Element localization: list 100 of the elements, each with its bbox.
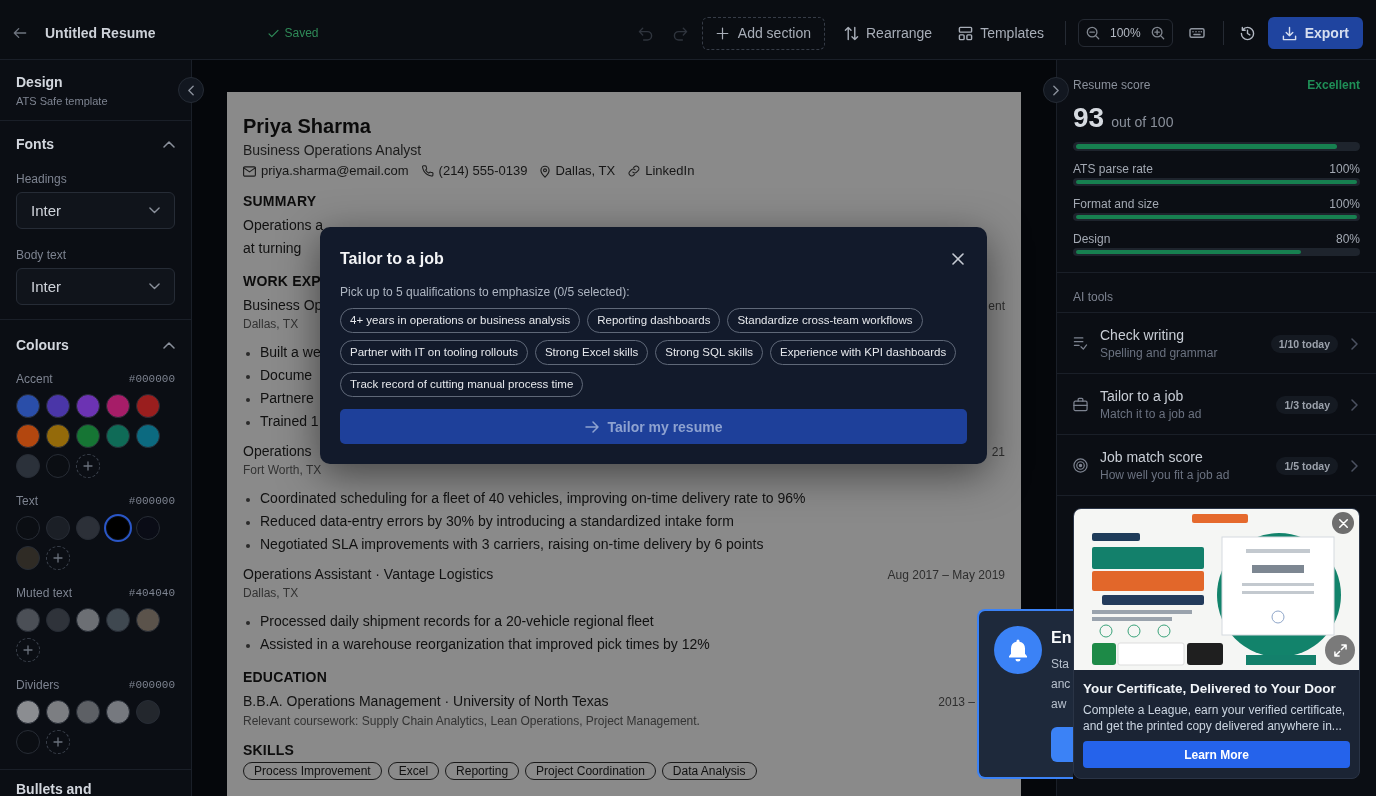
hex-value: #000000	[128, 678, 175, 693]
notification-button[interactable]	[1051, 727, 1073, 762]
panel-title: Design	[16, 73, 63, 91]
chevron-right-icon[interactable]	[1351, 398, 1358, 411]
date-text: ent	[988, 298, 1005, 315]
colour-swatch-icon[interactable]	[46, 700, 70, 724]
rearrange-button[interactable]: Rearrange	[844, 25, 933, 41]
usage-badge: 1/3 today	[1276, 395, 1338, 414]
colour-swatch-icon[interactable]	[16, 700, 40, 724]
tool-title[interactable]: Job match score	[1100, 448, 1203, 466]
colour-swatch-icon[interactable]	[16, 394, 40, 418]
metric-label: ATS parse rate	[1073, 161, 1153, 177]
section-title: Bullets and	[16, 781, 92, 796]
score-value: 93	[1073, 102, 1105, 134]
hex-value: #000000	[128, 494, 175, 509]
layout-icon	[958, 25, 974, 41]
metric-value: 100%	[1329, 196, 1360, 212]
job-location: Dallas, TX	[243, 586, 299, 601]
chevron-down-icon	[149, 283, 160, 290]
hex-value: #404040	[128, 586, 175, 601]
colour-swatch-icon[interactable]	[104, 514, 132, 542]
colour-swatch-icon[interactable]	[76, 700, 100, 724]
colour-swatch-icon[interactable]	[16, 730, 40, 754]
colour-swatch-icon[interactable]	[76, 394, 100, 418]
colour-swatch-icon[interactable]	[16, 546, 40, 570]
bullet-text: Trained 1	[260, 412, 319, 431]
contact-text: LinkedIn	[645, 162, 695, 180]
templates-button[interactable]: Templates	[958, 25, 1044, 41]
colour-swatch-icon[interactable]	[106, 608, 130, 632]
bell-icon	[994, 626, 1042, 674]
bullet-text: Negotiated SLA improvements with 3 carriers, raising on-time delivery by 6 points	[260, 535, 764, 554]
colour-swatch-icon[interactable]	[106, 700, 130, 724]
export-button[interactable]: Export	[1267, 17, 1363, 49]
contact-text: Dallas, TX	[555, 162, 616, 180]
learn-more-button[interactable]: Learn More	[1083, 741, 1350, 768]
section-heading: SUMMARY	[243, 192, 317, 211]
colour-swatch-icon[interactable]	[136, 394, 160, 418]
candidate-name: Priya Sharma	[243, 114, 371, 138]
colour-swatch-icon[interactable]	[46, 424, 70, 448]
colour-swatch-icon[interactable]	[46, 454, 70, 478]
font-select[interactable]: Inter	[16, 268, 175, 305]
tool-title[interactable]: Check writing	[1100, 326, 1185, 344]
colour-swatch-icon[interactable]	[16, 608, 40, 632]
back-arrow-icon[interactable]	[13, 26, 27, 40]
history-icon[interactable]	[1239, 25, 1255, 41]
target-icon	[1073, 458, 1088, 473]
usage-badge: 1/10 today	[1270, 334, 1338, 353]
section-title: Colours	[16, 336, 69, 354]
colour-swatch-icon[interactable]	[136, 700, 160, 724]
colour-label: Text	[16, 493, 38, 509]
add-section-button[interactable]: Add section	[701, 16, 825, 50]
colour-swatch-icon[interactable]	[76, 608, 100, 632]
contact-text: priya.sharma@email.com	[261, 162, 409, 180]
summary-text: Operations a	[243, 216, 324, 235]
tool-title[interactable]: Tailor to a job	[1100, 387, 1184, 405]
colour-swatch-icon[interactable]	[76, 424, 100, 448]
colour-swatch-icon[interactable]	[46, 516, 70, 540]
tool-subtitle: How well you fit a job ad	[1100, 467, 1230, 483]
colour-swatch-icon[interactable]	[46, 608, 70, 632]
colour-swatch-icon[interactable]	[46, 394, 70, 418]
chevron-right-icon[interactable]	[1351, 337, 1358, 350]
colour-swatch-icon[interactable]	[16, 424, 40, 448]
section-heading: SKILLS	[243, 741, 294, 760]
font-select[interactable]: Inter	[16, 192, 175, 229]
colour-swatch-icon[interactable]	[16, 516, 40, 540]
bullet-icon	[246, 398, 250, 402]
zoom-in-icon[interactable]	[1150, 26, 1165, 40]
bullet-icon	[246, 352, 250, 356]
keyboard-icon[interactable]	[1188, 28, 1205, 38]
bullet-text: Docume	[260, 366, 313, 385]
colour-swatch-icon[interactable]	[106, 424, 130, 448]
section-label: AI tools	[1073, 289, 1114, 305]
arrow-right-icon	[584, 420, 599, 433]
sort-arrows-icon	[844, 25, 859, 41]
score-label: Resume score	[1073, 77, 1151, 93]
chevron-right-icon[interactable]	[1351, 459, 1358, 472]
colour-swatch-icon[interactable]	[136, 516, 160, 540]
bullet-text: Partnere	[260, 389, 314, 408]
bullet-text: Assisted in a warehouse reorganization that improved pick times by 12%	[260, 635, 710, 654]
expand-icon	[1333, 643, 1347, 657]
plus-icon	[23, 645, 33, 655]
bullet-text: Coordinated scheduling for a fleet of 40 vehicles, improving on-time delivery rate to 96%	[260, 489, 806, 508]
date-text: 2013 –	[938, 694, 975, 711]
colour-swatch-icon[interactable]	[106, 394, 130, 418]
text-check-icon	[1073, 336, 1088, 351]
colour-swatch-icon[interactable]	[136, 424, 160, 448]
zoom-out-icon[interactable]	[1085, 26, 1100, 40]
job-headline: Business Operations Analyst	[243, 141, 422, 160]
close-icon	[1338, 518, 1348, 528]
colour-swatch-icon[interactable]	[136, 608, 160, 632]
metric-label: Design	[1073, 231, 1111, 247]
colour-swatch-icon[interactable]	[76, 516, 100, 540]
chevron-up-icon[interactable]	[163, 341, 175, 349]
metric-value: 100%	[1329, 161, 1360, 177]
job-location: Dallas, TX	[243, 317, 299, 332]
chevron-up-icon[interactable]	[163, 140, 175, 148]
notification-text: anc	[1051, 676, 1072, 693]
close-icon[interactable]	[952, 253, 964, 265]
dialog-title: Tailor to a job	[340, 249, 444, 269]
colour-swatch-icon[interactable]	[16, 454, 40, 478]
